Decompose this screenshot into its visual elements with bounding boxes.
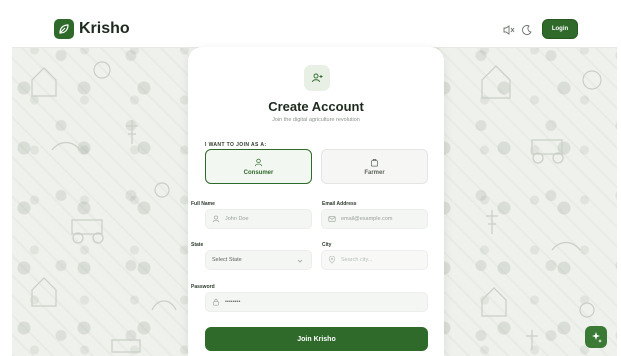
role-section-label: I WANT TO JOIN AS A: (205, 142, 267, 148)
state-select-value: Select State (212, 257, 242, 263)
city-label: City (322, 242, 332, 248)
brand-name[interactable]: Krisho (79, 20, 130, 38)
user-icon (212, 215, 220, 223)
state-select[interactable]: Select State (205, 250, 312, 270)
moon-icon[interactable] (520, 23, 534, 37)
chevron-down-icon (297, 259, 303, 263)
map-pin-icon (328, 256, 336, 264)
email-input[interactable]: email@example.com (321, 209, 428, 229)
join-submit-button[interactable]: Join Krisho (205, 327, 428, 351)
volume-mute-icon[interactable] (502, 23, 516, 37)
window-right-edge (617, 10, 621, 356)
store-icon (370, 158, 379, 166)
email-placeholder: email@example.com (341, 216, 393, 222)
city-placeholder: Search city... (341, 257, 373, 263)
role-option-label: Consumer (243, 169, 274, 176)
lock-icon (213, 298, 219, 306)
window-left-edge (0, 10, 12, 356)
password-input[interactable]: •••••••• (205, 292, 428, 312)
top-navbar: Krisho Login (12, 10, 617, 48)
mail-icon (328, 216, 336, 222)
user-icon (254, 158, 263, 166)
signup-card: Create Account Join the digital agricult… (188, 47, 444, 356)
state-label: State (191, 242, 204, 248)
leaf-icon[interactable] (54, 19, 74, 39)
role-option-label: Farmer (364, 169, 385, 176)
login-button[interactable]: Login (542, 19, 578, 39)
city-input[interactable]: Search city... (321, 250, 428, 270)
full-name-input[interactable]: John Doe (205, 209, 312, 229)
page-subtitle: Join the digital agriculture revolution (272, 117, 360, 123)
role-option-farmer[interactable]: Farmer (321, 149, 428, 184)
password-label: Password (191, 284, 215, 290)
user-plus-icon (304, 65, 330, 91)
password-value: •••••••• (225, 299, 241, 305)
email-label: Email Address (322, 201, 357, 207)
full-name-placeholder: John Doe (225, 216, 249, 222)
full-name-label: Full Name (191, 201, 215, 207)
page-title: Create Account (268, 99, 364, 114)
sparkles-icon[interactable] (585, 326, 607, 348)
role-option-consumer[interactable]: Consumer (205, 149, 312, 184)
window-top-edge (0, 0, 621, 10)
